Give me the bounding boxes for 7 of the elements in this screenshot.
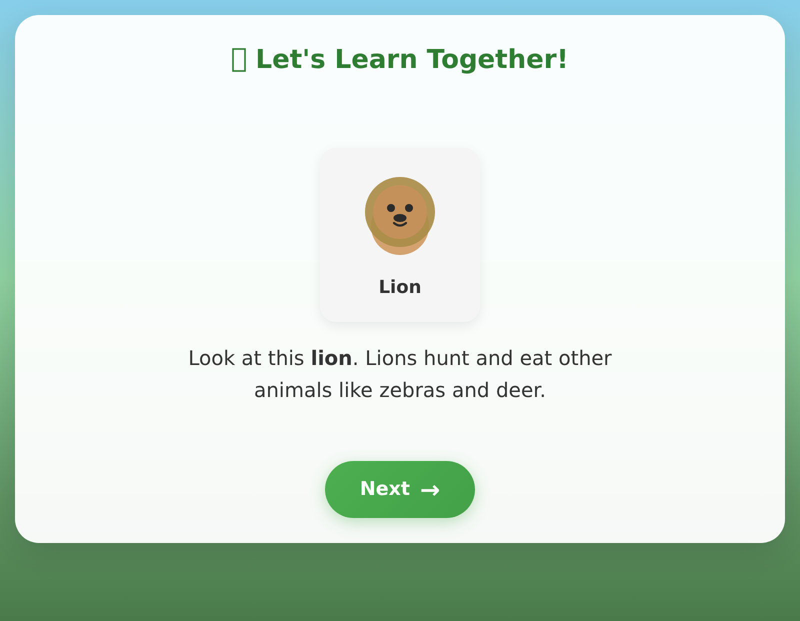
animal-name: Lion [378,276,422,300]
next-button[interactable]: Next → [325,461,475,518]
description-text: Look at this lion. Lions hunt and eat other animals like zebras and deer. [187,345,613,404]
arrow-icon: → [420,478,440,502]
page-title: Let's Learn Together! [256,44,568,77]
lion-face-icon [365,177,435,255]
missing-glyph-icon [232,48,246,72]
